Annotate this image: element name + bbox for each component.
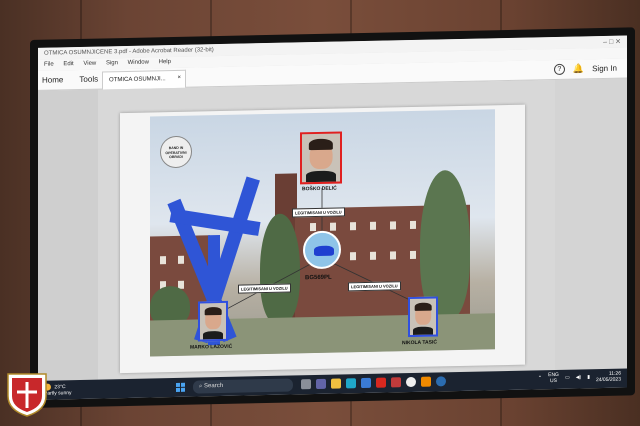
menu-window[interactable]: Window	[128, 60, 149, 66]
right-pane	[555, 78, 627, 371]
edge-label-left: LEGITIMISANI U VOZILU	[238, 283, 291, 294]
weather-widget[interactable]: 23°C Partly sunny	[44, 383, 72, 397]
teams-icon[interactable]	[316, 378, 326, 390]
edge-label-top: LEGITIMISANI U VOZILU	[292, 207, 345, 218]
menu-file[interactable]: File	[44, 62, 54, 68]
tools-tab[interactable]: Tools	[79, 75, 98, 84]
clock[interactable]: 11:26 24/05/2023	[596, 371, 621, 384]
sign-in-button[interactable]: Sign In	[592, 64, 617, 74]
acrobat-icon[interactable]	[376, 377, 386, 388]
document-viewer: BAND IN OPERATIVNI OBRADI BOŠKO DELIĆ LE…	[38, 78, 627, 381]
folder-icon[interactable]	[331, 378, 341, 389]
shield-logo-icon	[7, 373, 47, 417]
window-title: OTMICA OSUMNJICENE 3.pdf - Adobe Acrobat…	[44, 47, 214, 57]
top-person-name: BOŠKO DELIĆ	[302, 185, 337, 193]
document-tab-label: OTMICA OSUMNJI...	[109, 76, 166, 84]
screen: OTMICA OSUMNJICENE 3.pdf - Adobe Acrobat…	[38, 35, 627, 400]
menu-view[interactable]: View	[83, 61, 96, 67]
app-icon[interactable]	[391, 377, 401, 388]
menu-sign[interactable]: Sign	[106, 60, 118, 66]
avatar-top-person	[300, 131, 342, 185]
file-explorer-icon[interactable]	[301, 379, 311, 390]
edge-label-right: LEGITIMISANI U VOZILU	[348, 281, 401, 292]
weather-text: Partly sunny	[44, 390, 72, 397]
chevron-up-icon[interactable]: ⌃	[538, 375, 542, 381]
close-tab-icon[interactable]: ×	[177, 75, 181, 81]
right-person-name: NIKOLA TASIĆ	[402, 339, 437, 347]
window-controls[interactable]: – □ ✕	[603, 38, 621, 46]
background-photo: BAND IN OPERATIVNI OBRADI BOŠKO DELIĆ LE…	[150, 109, 495, 357]
network-icon[interactable]: ▭	[565, 375, 570, 381]
pdf-page: BAND IN OPERATIVNI OBRADI BOŠKO DELIĆ LE…	[120, 104, 525, 374]
avatar-right-person	[408, 296, 438, 338]
menu-help[interactable]: Help	[159, 59, 171, 65]
help-icon[interactable]: ?	[553, 63, 565, 76]
bell-icon[interactable]: 🔔	[573, 63, 584, 74]
system-tray: ⌃ ENG US ▭ ◀) ▮ 11:26 24/05/2023	[538, 371, 621, 385]
battery-icon[interactable]: ▮	[587, 374, 590, 380]
vlc-icon[interactable]	[421, 376, 431, 387]
media-player-icon[interactable]	[406, 376, 416, 388]
left-pane	[38, 89, 98, 381]
region-code: US	[550, 377, 557, 385]
search-label: Search	[204, 382, 224, 390]
language-indicator[interactable]: ENG US	[548, 372, 559, 384]
store-icon[interactable]	[361, 377, 371, 389]
taskbar-apps	[301, 376, 446, 390]
car-icon	[314, 245, 334, 257]
edge-browser-icon[interactable]	[346, 378, 356, 389]
date: 24/05/2023	[595, 376, 621, 384]
license-plate: BG569PL	[305, 274, 332, 282]
volume-icon[interactable]: ◀)	[576, 374, 582, 380]
monitor: OTMICA OSUMNJICENE 3.pdf - Adobe Acrobat…	[30, 27, 635, 408]
app-icon[interactable]	[436, 376, 446, 387]
left-person-name: MARKO LAZOVIĆ	[190, 343, 233, 351]
avatar-left-person	[198, 300, 228, 342]
document-tab[interactable]: OTMICA OSUMNJI... ×	[102, 69, 186, 90]
menu-edit[interactable]: Edit	[63, 61, 73, 67]
taskbar-search[interactable]: ⌕ Search	[193, 378, 293, 394]
windows-start-icon[interactable]	[176, 382, 185, 392]
home-tab[interactable]: Home	[42, 75, 63, 84]
